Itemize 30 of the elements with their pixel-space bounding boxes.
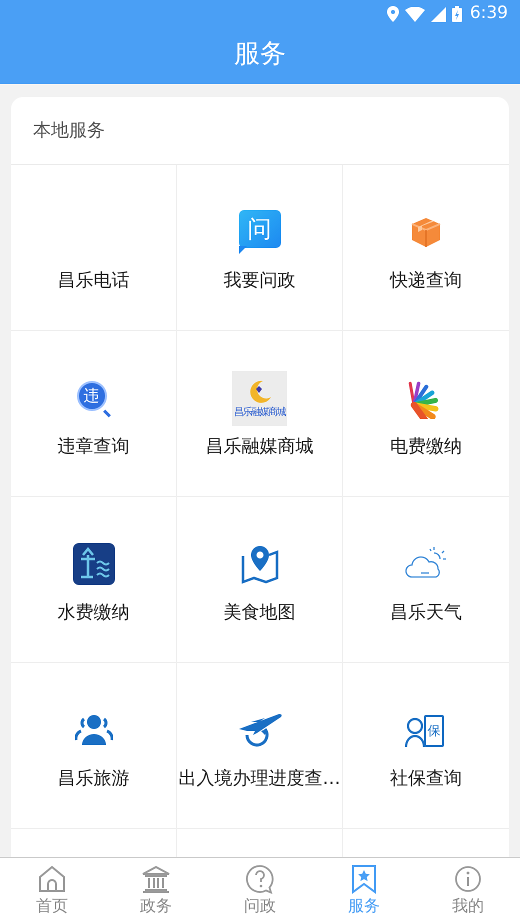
plane-globe-icon xyxy=(236,711,282,749)
service-label[interactable]: 快递查询 xyxy=(390,267,462,294)
location-icon xyxy=(386,6,399,22)
service-label[interactable]: 电费缴纳 xyxy=(390,433,462,460)
package-icon xyxy=(409,216,443,248)
map-pin-icon xyxy=(240,544,280,584)
water-tower-icon xyxy=(72,543,114,585)
home-icon xyxy=(37,865,67,893)
bank-icon xyxy=(141,865,171,893)
service-label[interactable]: 昌乐天气 xyxy=(390,599,462,626)
service-label[interactable]: 昌乐融媒商城 xyxy=(206,433,314,460)
section-title: 本地服务 xyxy=(33,119,105,143)
signal-icon xyxy=(430,6,446,22)
service-label[interactable]: 水费缴纳 xyxy=(58,599,130,626)
wifi-icon xyxy=(404,6,425,22)
page-title: 服务 xyxy=(234,38,286,70)
service-label[interactable]: 昌乐旅游 xyxy=(58,765,130,792)
service-label[interactable]: 出入境办理进度查… xyxy=(178,765,340,792)
service-label[interactable]: 我要问政 xyxy=(224,267,296,294)
service-label[interactable]: 昌乐电话 xyxy=(58,267,130,294)
service-label[interactable]: 社保查询 xyxy=(390,765,462,792)
status-time: 6:39 xyxy=(470,2,508,26)
info-icon xyxy=(454,865,482,893)
service-label[interactable]: 美食地图 xyxy=(224,599,296,626)
service-label[interactable]: 违章查询 xyxy=(58,433,130,460)
battery-icon xyxy=(452,6,462,22)
bookmark-star-icon xyxy=(351,864,377,894)
question-bubble-icon xyxy=(245,864,275,894)
shop-logo: 昌乐融媒商城 xyxy=(232,370,287,426)
group-icon xyxy=(74,714,112,746)
